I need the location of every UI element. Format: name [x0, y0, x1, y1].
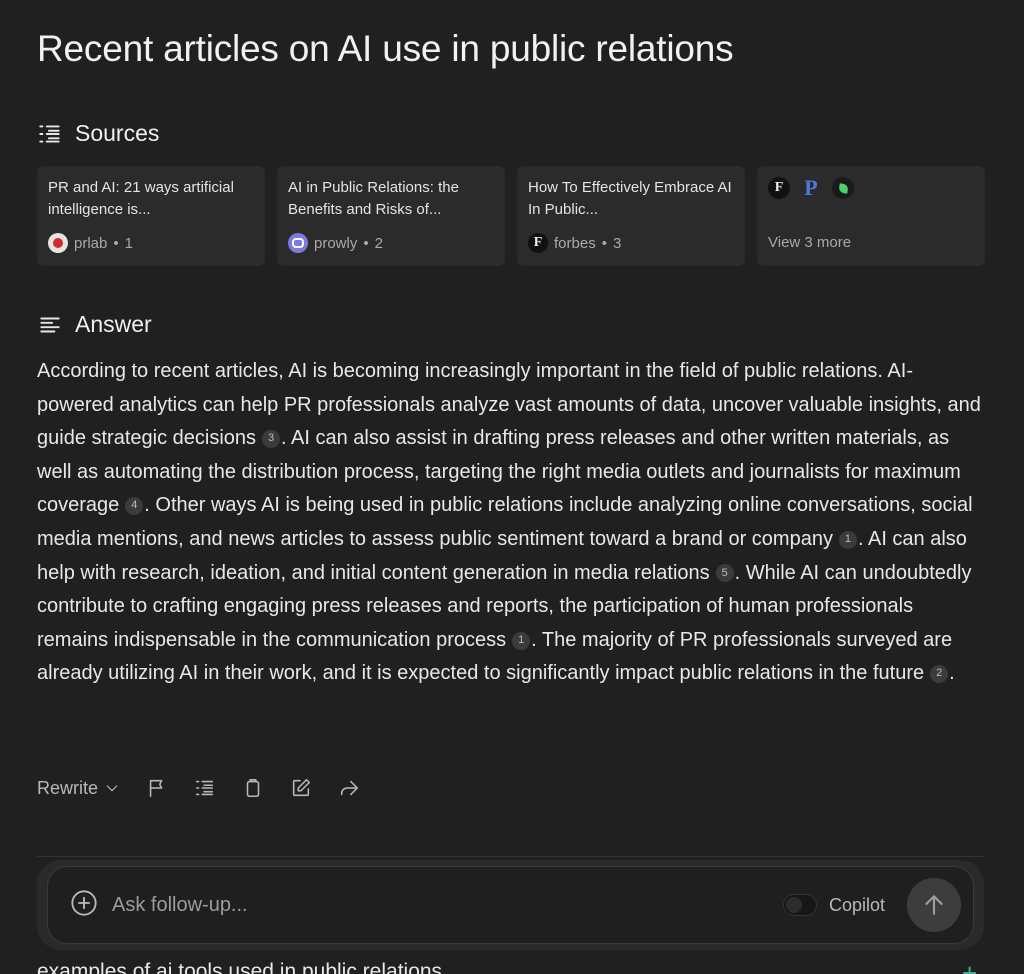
toggle-knob: [785, 897, 802, 913]
source-site: prlab: [74, 234, 108, 252]
view-more-label: View 3 more: [768, 234, 852, 251]
answer-icon: [40, 317, 60, 332]
answer-heading: Answer: [37, 311, 152, 338]
sources-heading: Sources: [37, 120, 159, 147]
source-site: forbes: [554, 234, 596, 252]
answer-text: According to recent articles, AI is beco…: [37, 355, 987, 691]
forbes-icon: F: [768, 177, 790, 199]
source-separator: •: [601, 234, 607, 252]
citation-badge[interactable]: 1: [838, 530, 857, 549]
page-title: Recent articles on AI use in public rela…: [37, 28, 734, 69]
leaf-icon: [832, 177, 854, 199]
citation-badge[interactable]: 1: [512, 631, 531, 650]
sources-heading-label: Sources: [75, 120, 160, 146]
copilot-label: Copilot: [828, 894, 885, 915]
source-index: 1: [124, 234, 133, 252]
source-card-title: AI in Public Relations: the Benefits and…: [288, 179, 459, 218]
source-card-meta: prowly • 2: [288, 233, 494, 253]
source-separator: •: [113, 234, 119, 252]
followup-bar: Copilot: [37, 860, 984, 950]
view-more-sources-card[interactable]: F P View 3 more: [757, 166, 985, 266]
p-icon: P: [804, 175, 818, 200]
source-card-prlab[interactable]: PR and AI: 21 ways artificial intelligen…: [37, 166, 265, 266]
sources-icon[interactable]: [194, 777, 216, 799]
source-card-title: PR and AI: 21 ways artificial intelligen…: [48, 179, 234, 218]
add-related-icon[interactable]: +: [962, 958, 977, 974]
sources-list: PR and AI: 21 ways artificial intelligen…: [37, 166, 985, 266]
source-card-meta: prlab • 1: [48, 233, 254, 253]
answer-segment: . Other ways AI is being used in public …: [37, 494, 973, 550]
prlab-icon: [48, 233, 68, 253]
followup-box: Copilot: [47, 866, 974, 944]
citation-badge[interactable]: 5: [715, 564, 734, 583]
share-icon[interactable]: [338, 777, 360, 799]
section-divider: [37, 856, 984, 857]
source-card-prowly[interactable]: AI in Public Relations: the Benefits and…: [277, 166, 505, 266]
forbes-icon: F: [528, 233, 548, 253]
submit-button[interactable]: [907, 878, 961, 932]
clipboard-icon[interactable]: [242, 777, 264, 799]
arrow-up-icon: [925, 895, 943, 915]
copilot-toggle[interactable]: [782, 894, 817, 916]
citation-badge[interactable]: 3: [262, 429, 281, 448]
source-index: 2: [374, 234, 383, 252]
source-card-title: How To Effectively Embrace AI In Public.…: [528, 179, 732, 218]
chevron-down-icon: [106, 785, 118, 792]
answer-actions: Rewrite: [37, 777, 360, 799]
followup-input[interactable]: [112, 893, 783, 917]
answer-heading-label: Answer: [75, 311, 152, 337]
source-separator: •: [363, 234, 369, 252]
source-site: prowly: [314, 234, 358, 252]
sources-icon: [39, 124, 60, 143]
citation-badge[interactable]: 2: [930, 665, 949, 684]
answer-segment: .: [949, 662, 955, 685]
thread-page: Recent articles on AI use in public rela…: [0, 0, 1024, 974]
plus-circle-icon: [71, 889, 97, 916]
edit-icon[interactable]: [290, 777, 312, 799]
more-sources-icons: F P: [768, 175, 974, 200]
source-card-meta: F forbes • 3: [528, 233, 734, 253]
rewrite-button[interactable]: Rewrite: [37, 778, 120, 799]
flag-icon[interactable]: [146, 777, 168, 799]
rewrite-label: Rewrite: [37, 777, 99, 798]
citation-badge[interactable]: 4: [125, 497, 144, 516]
prowly-icon: [288, 233, 308, 253]
source-index: 3: [612, 234, 622, 252]
source-card-forbes[interactable]: How To Effectively Embrace AI In Public.…: [517, 166, 745, 266]
attach-button[interactable]: [70, 889, 98, 922]
related-question[interactable]: examples of ai tools used in public rela…: [37, 960, 442, 974]
